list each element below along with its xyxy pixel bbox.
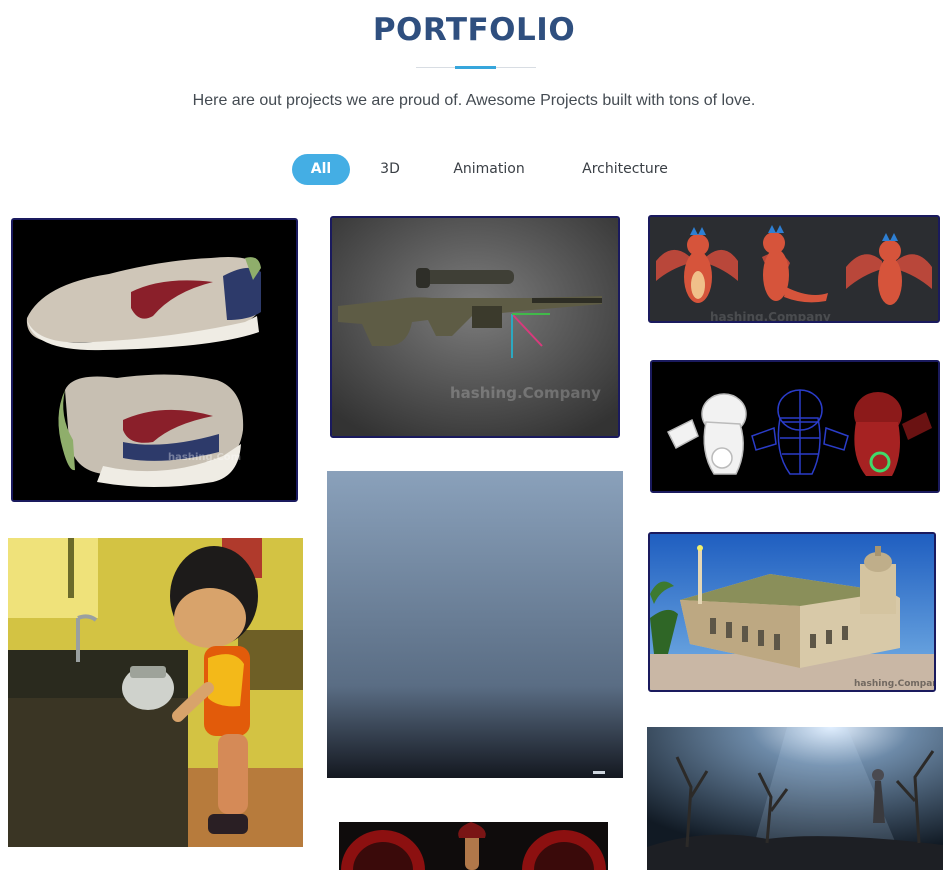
svg-text:hashing.Company: hashing.Company [710,310,831,321]
dragons-render-image: hashing.Company [650,217,938,321]
portfolio-filter-bar: All 3D Animation Architecture [0,154,948,186]
sneaker-render-image: hashing.Com [13,220,296,500]
filter-animation[interactable]: Animation [438,154,540,185]
svg-text:hashing.Company: hashing.Company [450,384,601,402]
title-divider-accent [455,66,496,69]
portfolio-item-robots[interactable] [650,360,940,493]
boy-kitchen-render-image [8,538,303,847]
rifle-render-image: hashing.Company [332,218,618,436]
portfolio-item-dragons[interactable]: hashing.Company [648,215,940,323]
portfolio-item-cathedral[interactable]: hashing.Company [648,532,936,692]
portfolio-item-boy-kitchen[interactable] [8,538,303,847]
cathedral-render-image: hashing.Company [650,534,934,690]
dark-forest-render-image [647,727,943,870]
portfolio-item-gradient-scene[interactable] [327,471,623,778]
filter-3d[interactable]: 3D [364,154,416,185]
svg-text:hashing.Company: hashing.Company [854,679,934,689]
page-subtitle: Here are out projects we are proud of. A… [192,92,756,109]
portfolio-item-sneaker[interactable]: hashing.Com [11,218,298,502]
portfolio-item-spartan-helmets[interactable] [339,822,608,870]
portfolio-item-dark-forest[interactable] [647,727,943,870]
page-title: PORTFOLIO [372,12,576,48]
spartan-helmets-image [339,822,608,870]
filter-all[interactable]: All [292,154,350,185]
filter-architecture[interactable]: Architecture [566,154,684,185]
svg-text:hashing.Com: hashing.Com [168,452,241,463]
gradient-scene-image [327,471,623,778]
robots-render-image [652,362,938,491]
portfolio-item-rifle[interactable]: hashing.Company [330,216,620,438]
